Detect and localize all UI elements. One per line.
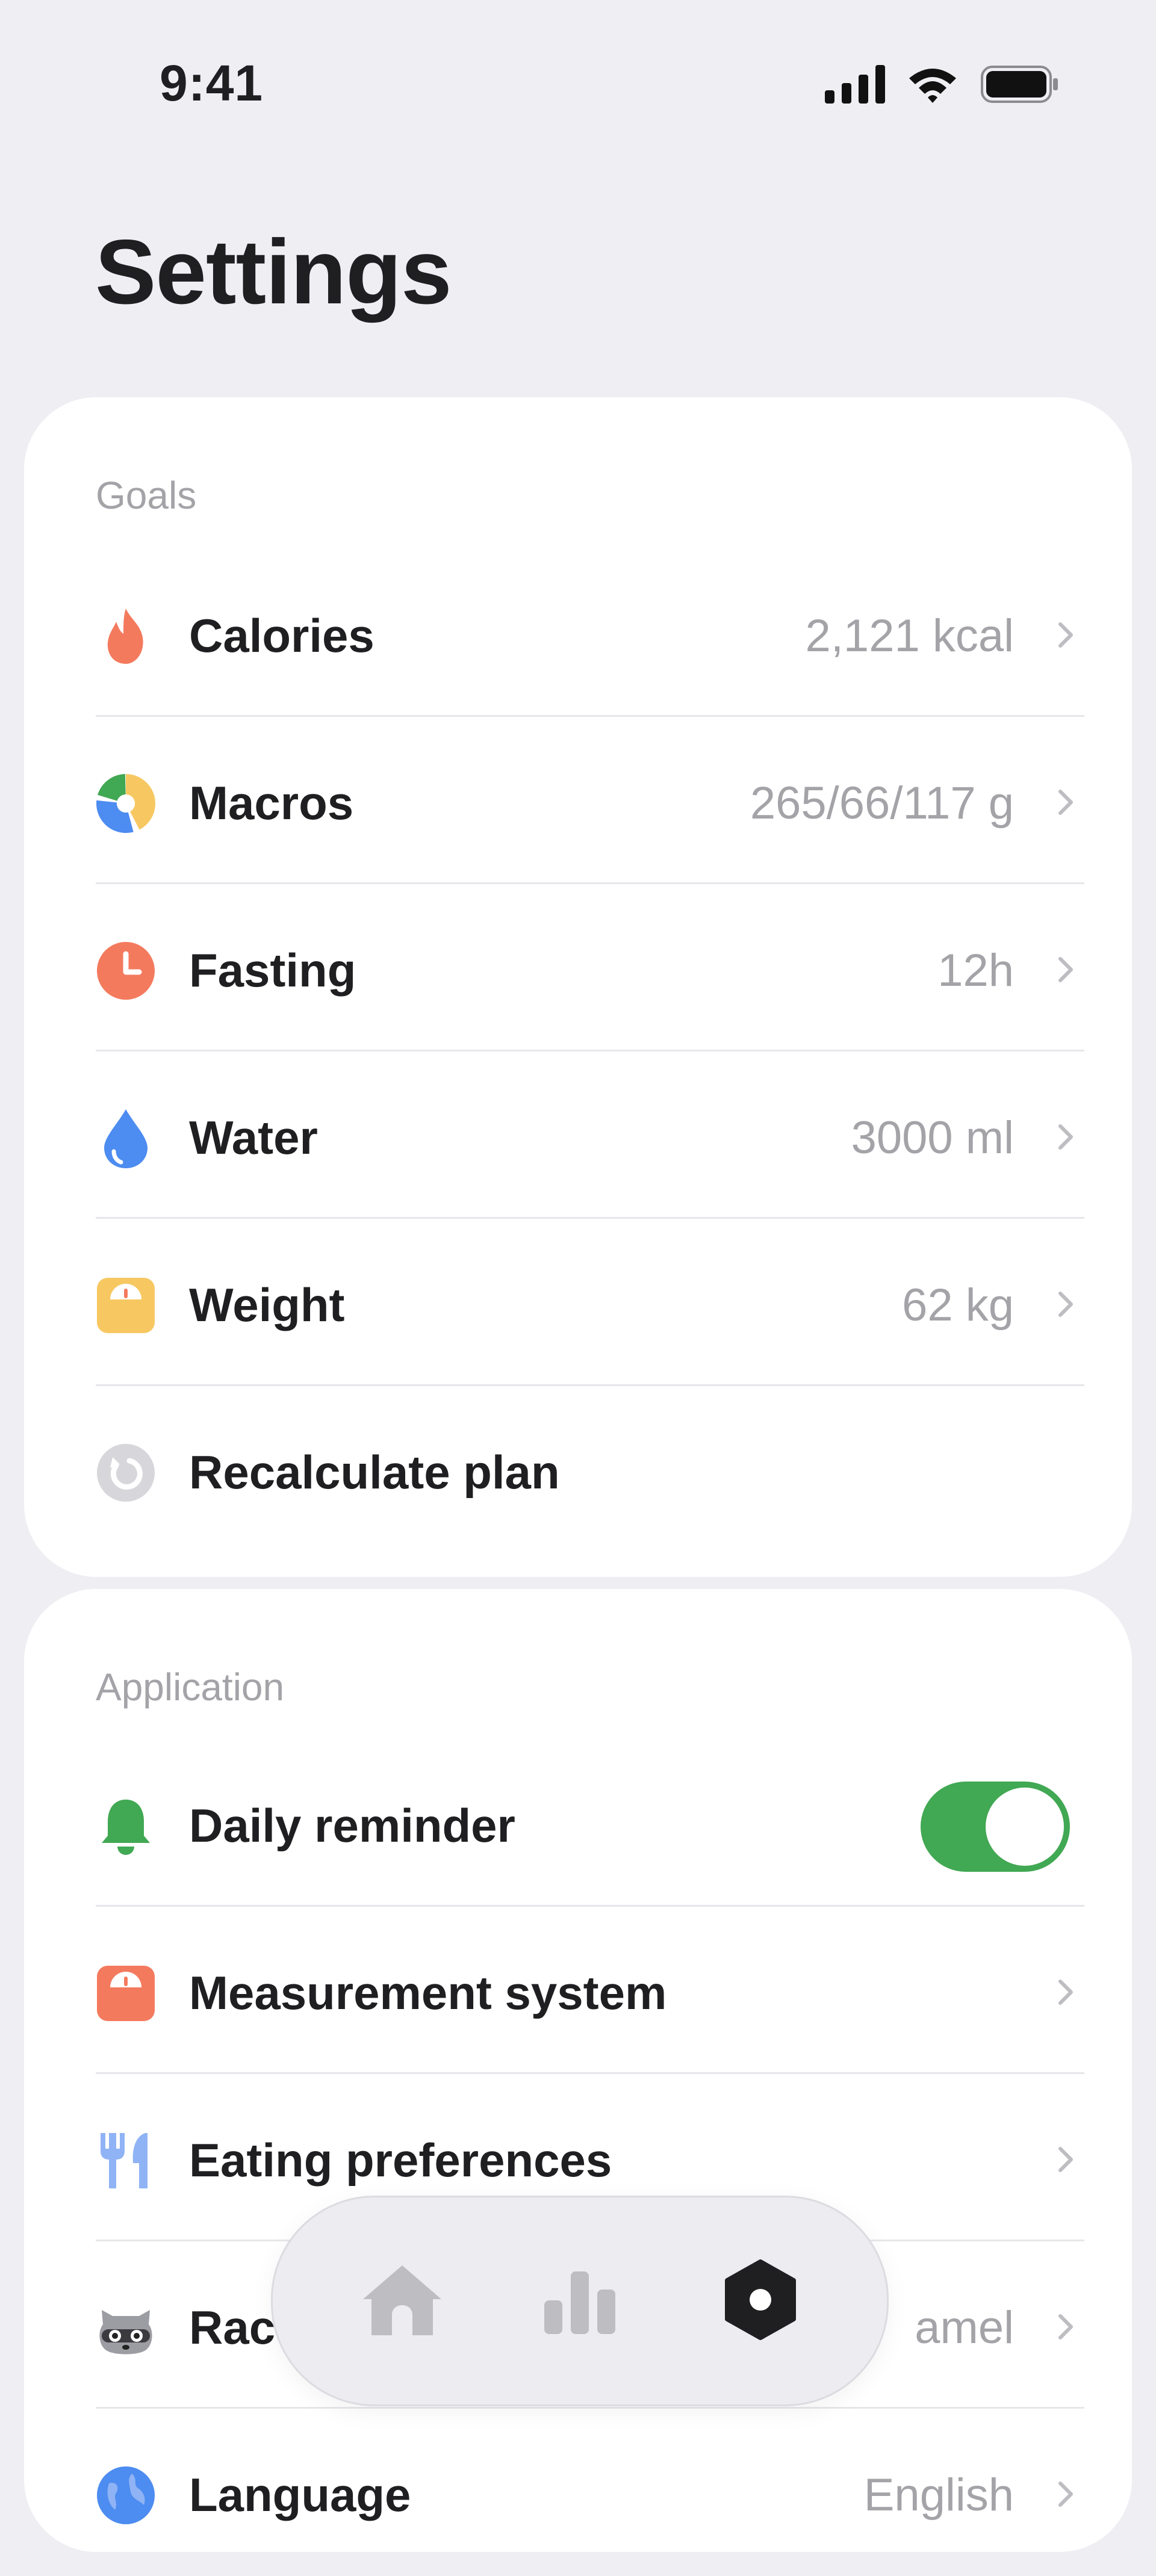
scale-icon	[96, 1275, 156, 1336]
signal-icon	[825, 65, 885, 104]
goal-value: 12h	[937, 945, 1014, 996]
app-row-daily-reminder: Daily reminder	[96, 1739, 1084, 1907]
goal-row-weight[interactable]: Weight 62 kg	[96, 1219, 1084, 1386]
status-bar: 9:41	[0, 0, 1156, 138]
goal-row-macros[interactable]: Macros 265/66/117 g	[96, 717, 1084, 884]
tab-settings[interactable]	[715, 2255, 806, 2345]
chevron-right-icon	[1058, 790, 1073, 815]
status-time: 9:41	[160, 55, 264, 111]
goal-label: Recalculate plan	[189, 1446, 560, 1499]
app-label: Rac	[189, 2301, 276, 2354]
chevron-right-icon	[1058, 957, 1073, 982]
app-label: Language	[189, 2468, 411, 2521]
page-title: Settings	[95, 221, 452, 323]
goal-value: 2,121 kcal	[805, 610, 1014, 661]
goal-row-fasting[interactable]: Fasting 12h	[96, 884, 1084, 1051]
macros-pie-icon	[96, 773, 156, 834]
app-label: Measurement system	[189, 1966, 667, 2019]
flame-icon	[96, 606, 156, 666]
app-row-language[interactable]: Language English	[96, 2409, 1084, 2576]
goal-row-calories[interactable]: Calories 2,121 kcal	[96, 550, 1084, 717]
tab-bar	[271, 2196, 889, 2406]
scale-icon	[96, 1963, 156, 2023]
chevron-right-icon	[1058, 1124, 1073, 1150]
goal-label: Macros	[189, 776, 354, 829]
wifi-icon	[909, 69, 956, 103]
app-value: English	[863, 2469, 1014, 2521]
section-label-goals: Goals	[96, 474, 197, 517]
goal-label: Fasting	[189, 944, 356, 997]
goal-value: 62 kg	[902, 1280, 1014, 1331]
chevron-right-icon	[1058, 1292, 1073, 1317]
tab-home[interactable]	[357, 2255, 447, 2345]
toggle-knob	[986, 1788, 1064, 1866]
status-icons	[825, 65, 1060, 104]
tab-stats[interactable]	[535, 2255, 625, 2345]
home-icon	[363, 2265, 441, 2335]
app-label: Eating preferences	[189, 2134, 612, 2187]
chevron-right-icon	[1058, 2314, 1073, 2339]
battery-icon	[981, 66, 1058, 103]
goal-label: Calories	[189, 609, 374, 662]
section-label-application: Application	[96, 1665, 285, 1709]
refresh-icon	[96, 1443, 156, 1503]
goal-row-recalculate[interactable]: Recalculate plan	[96, 1386, 1084, 1553]
globe-icon	[96, 2465, 156, 2525]
chevron-right-icon	[1058, 2482, 1073, 2507]
chevron-right-icon	[1058, 1980, 1073, 2005]
app-value: amel	[915, 2302, 1014, 2353]
fork-knife-icon	[96, 2131, 156, 2191]
water-drop-icon	[96, 1108, 156, 1168]
chevron-right-icon	[1058, 622, 1073, 648]
goal-value: 3000 ml	[851, 1112, 1014, 1163]
app-row-measurement-system[interactable]: Measurement system	[96, 1907, 1084, 2074]
bell-icon	[96, 1796, 156, 1856]
clock-icon	[96, 941, 156, 1001]
goal-label: Weight	[189, 1278, 345, 1331]
settings-icon	[725, 2259, 796, 2340]
raccoon-icon	[96, 2298, 156, 2358]
goal-row-water[interactable]: Water 3000 ml	[96, 1051, 1084, 1219]
app-label: Daily reminder	[189, 1799, 515, 1852]
stats-icon	[544, 2271, 615, 2334]
goal-label: Water	[189, 1111, 318, 1164]
daily-reminder-toggle[interactable]	[921, 1782, 1070, 1872]
chevron-right-icon	[1058, 2147, 1073, 2172]
goal-value: 265/66/117 g	[750, 778, 1014, 829]
